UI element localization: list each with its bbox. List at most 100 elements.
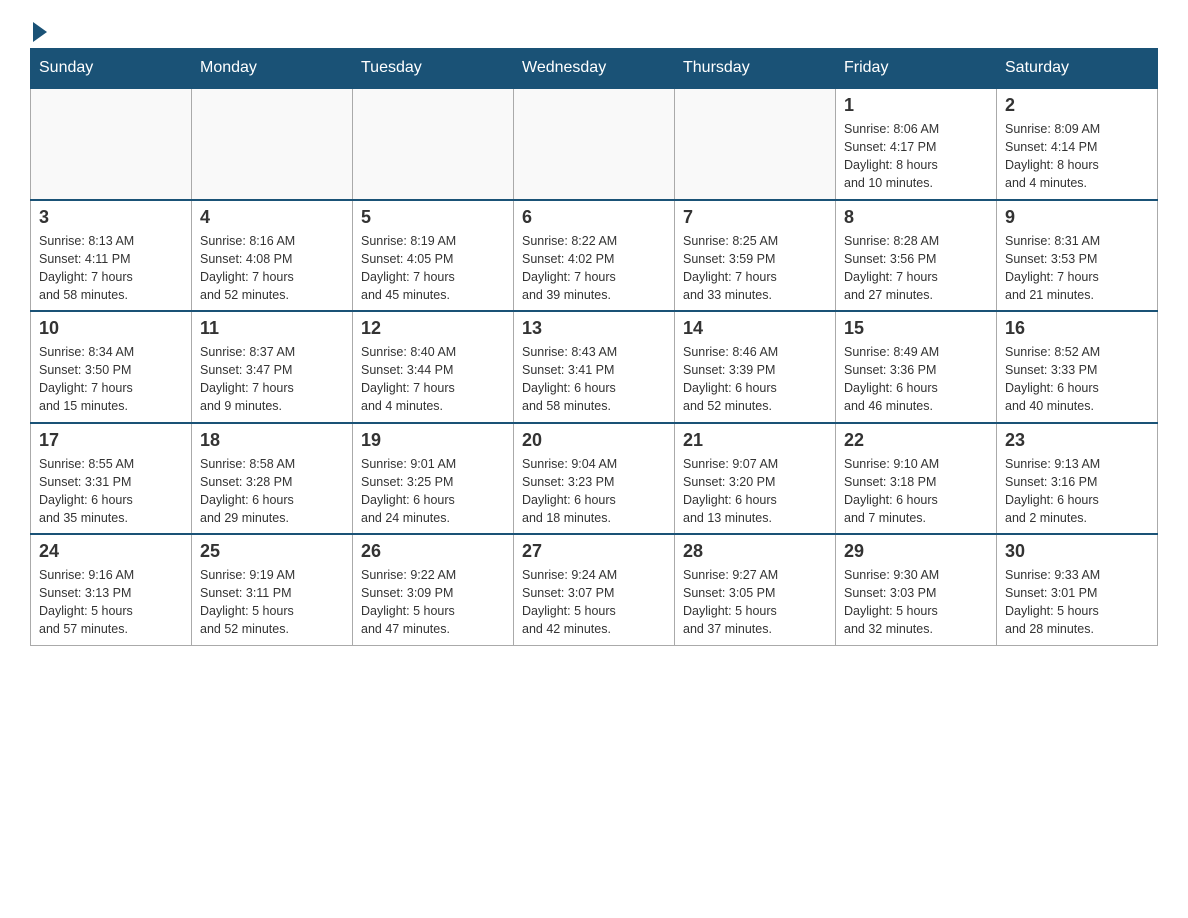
calendar-day-cell: 25 Sunrise: 9:19 AMSunset: 3:11 PMDayligh… [192,534,353,645]
calendar-day-cell: 29 Sunrise: 9:30 AMSunset: 3:03 PMDayligh… [836,534,997,645]
day-number: 27 [522,541,666,562]
day-info: Sunrise: 8:52 AMSunset: 3:33 PMDaylight:… [1005,343,1149,416]
day-info: Sunrise: 8:19 AMSunset: 4:05 PMDaylight:… [361,232,505,305]
day-info: Sunrise: 8:37 AMSunset: 3:47 PMDaylight:… [200,343,344,416]
calendar-day-cell: 14 Sunrise: 8:46 AMSunset: 3:39 PMDayligh… [675,311,836,423]
day-info: Sunrise: 9:27 AMSunset: 3:05 PMDaylight:… [683,566,827,639]
weekday-header-thursday: Thursday [675,49,836,89]
calendar-day-cell: 2 Sunrise: 8:09 AMSunset: 4:14 PMDaylight… [997,88,1158,200]
day-info: Sunrise: 8:09 AMSunset: 4:14 PMDaylight:… [1005,120,1149,193]
calendar-day-cell: 20 Sunrise: 9:04 AMSunset: 3:23 PMDayligh… [514,423,675,535]
day-number: 13 [522,318,666,339]
calendar-day-cell: 4 Sunrise: 8:16 AMSunset: 4:08 PMDaylight… [192,200,353,312]
day-info: Sunrise: 9:24 AMSunset: 3:07 PMDaylight:… [522,566,666,639]
day-number: 15 [844,318,988,339]
day-number: 16 [1005,318,1149,339]
day-info: Sunrise: 8:55 AMSunset: 3:31 PMDaylight:… [39,455,183,528]
calendar-day-cell [192,88,353,200]
calendar-week-row: 17 Sunrise: 8:55 AMSunset: 3:31 PMDayligh… [31,423,1158,535]
calendar-week-row: 24Sunrise: 9:16 AMSunset: 3:13 PMDayligh… [31,534,1158,645]
day-number: 2 [1005,95,1149,116]
day-number: 12 [361,318,505,339]
weekday-header-wednesday: Wednesday [514,49,675,89]
day-number: 29 [844,541,988,562]
calendar-day-cell: 16 Sunrise: 8:52 AMSunset: 3:33 PMDayligh… [997,311,1158,423]
day-info: Sunrise: 9:01 AMSunset: 3:25 PMDaylight:… [361,455,505,528]
calendar-week-row: 1 Sunrise: 8:06 AMSunset: 4:17 PMDaylight… [31,88,1158,200]
day-number: 20 [522,430,666,451]
calendar-day-cell: 30 Sunrise: 9:33 AMSunset: 3:01 PMDayligh… [997,534,1158,645]
calendar-day-cell: 9Sunrise: 8:31 AMSunset: 3:53 PMDaylight… [997,200,1158,312]
calendar-day-cell: 3 Sunrise: 8:13 AMSunset: 4:11 PMDaylight… [31,200,192,312]
calendar-day-cell: 5 Sunrise: 8:19 AMSunset: 4:05 PMDaylight… [353,200,514,312]
calendar-day-cell: 23 Sunrise: 9:13 AMSunset: 3:16 PMDayligh… [997,423,1158,535]
day-info: Sunrise: 9:10 AMSunset: 3:18 PMDaylight:… [844,455,988,528]
weekday-header-saturday: Saturday [997,49,1158,89]
logo [30,20,47,38]
day-number: 23 [1005,430,1149,451]
weekday-header-tuesday: Tuesday [353,49,514,89]
day-number: 8 [844,207,988,228]
calendar-day-cell: 15 Sunrise: 8:49 AMSunset: 3:36 PMDayligh… [836,311,997,423]
day-info: Sunrise: 8:22 AMSunset: 4:02 PMDaylight:… [522,232,666,305]
calendar-day-cell: 28 Sunrise: 9:27 AMSunset: 3:05 PMDayligh… [675,534,836,645]
day-info: Sunrise: 8:31 AMSunset: 3:53 PMDaylight:… [1005,232,1149,305]
day-info: Sunrise: 9:07 AMSunset: 3:20 PMDaylight:… [683,455,827,528]
day-info: Sunrise: 9:16 AMSunset: 3:13 PMDaylight:… [39,566,183,639]
day-number: 10 [39,318,183,339]
calendar-day-cell: 21 Sunrise: 9:07 AMSunset: 3:20 PMDayligh… [675,423,836,535]
calendar-day-cell: 27 Sunrise: 9:24 AMSunset: 3:07 PMDayligh… [514,534,675,645]
day-number: 22 [844,430,988,451]
day-number: 6 [522,207,666,228]
weekday-header-friday: Friday [836,49,997,89]
day-info: Sunrise: 8:46 AMSunset: 3:39 PMDaylight:… [683,343,827,416]
day-info: Sunrise: 9:33 AMSunset: 3:01 PMDaylight:… [1005,566,1149,639]
day-number: 28 [683,541,827,562]
calendar-day-cell: 17 Sunrise: 8:55 AMSunset: 3:31 PMDayligh… [31,423,192,535]
day-info: Sunrise: 9:13 AMSunset: 3:16 PMDaylight:… [1005,455,1149,528]
day-number: 19 [361,430,505,451]
day-info: Sunrise: 8:13 AMSunset: 4:11 PMDaylight:… [39,232,183,305]
calendar-day-cell: 6 Sunrise: 8:22 AMSunset: 4:02 PMDaylight… [514,200,675,312]
calendar-day-cell: 18 Sunrise: 8:58 AMSunset: 3:28 PMDayligh… [192,423,353,535]
day-info: Sunrise: 9:22 AMSunset: 3:09 PMDaylight:… [361,566,505,639]
day-info: Sunrise: 8:25 AMSunset: 3:59 PMDaylight:… [683,232,827,305]
day-number: 14 [683,318,827,339]
day-info: Sunrise: 8:16 AMSunset: 4:08 PMDaylight:… [200,232,344,305]
weekday-header-row: SundayMondayTuesdayWednesdayThursdayFrid… [31,49,1158,89]
weekday-header-sunday: Sunday [31,49,192,89]
day-number: 1 [844,95,988,116]
day-number: 3 [39,207,183,228]
day-number: 5 [361,207,505,228]
day-number: 26 [361,541,505,562]
page-header [30,20,1158,38]
day-info: Sunrise: 9:19 AMSunset: 3:11 PMDaylight:… [200,566,344,639]
calendar-day-cell: 11 Sunrise: 8:37 AMSunset: 3:47 PMDayligh… [192,311,353,423]
day-number: 4 [200,207,344,228]
calendar-day-cell: 22 Sunrise: 9:10 AMSunset: 3:18 PMDayligh… [836,423,997,535]
calendar-day-cell [675,88,836,200]
day-info: Sunrise: 8:49 AMSunset: 3:36 PMDaylight:… [844,343,988,416]
calendar-day-cell: 12 Sunrise: 8:40 AMSunset: 3:44 PMDayligh… [353,311,514,423]
day-info: Sunrise: 9:30 AMSunset: 3:03 PMDaylight:… [844,566,988,639]
day-info: Sunrise: 8:58 AMSunset: 3:28 PMDaylight:… [200,455,344,528]
day-number: 17 [39,430,183,451]
day-number: 21 [683,430,827,451]
calendar-day-cell [31,88,192,200]
weekday-header-monday: Monday [192,49,353,89]
calendar-day-cell: 24Sunrise: 9:16 AMSunset: 3:13 PMDayligh… [31,534,192,645]
calendar-day-cell [514,88,675,200]
day-info: Sunrise: 8:06 AMSunset: 4:17 PMDaylight:… [844,120,988,193]
calendar-day-cell: 10Sunrise: 8:34 AMSunset: 3:50 PMDayligh… [31,311,192,423]
calendar-day-cell [353,88,514,200]
day-number: 25 [200,541,344,562]
day-number: 30 [1005,541,1149,562]
calendar-day-cell: 7Sunrise: 8:25 AMSunset: 3:59 PMDaylight… [675,200,836,312]
day-number: 11 [200,318,344,339]
calendar-day-cell: 26 Sunrise: 9:22 AMSunset: 3:09 PMDayligh… [353,534,514,645]
calendar-week-row: 10Sunrise: 8:34 AMSunset: 3:50 PMDayligh… [31,311,1158,423]
day-info: Sunrise: 8:28 AMSunset: 3:56 PMDaylight:… [844,232,988,305]
day-number: 18 [200,430,344,451]
day-info: Sunrise: 8:40 AMSunset: 3:44 PMDaylight:… [361,343,505,416]
day-info: Sunrise: 9:04 AMSunset: 3:23 PMDaylight:… [522,455,666,528]
